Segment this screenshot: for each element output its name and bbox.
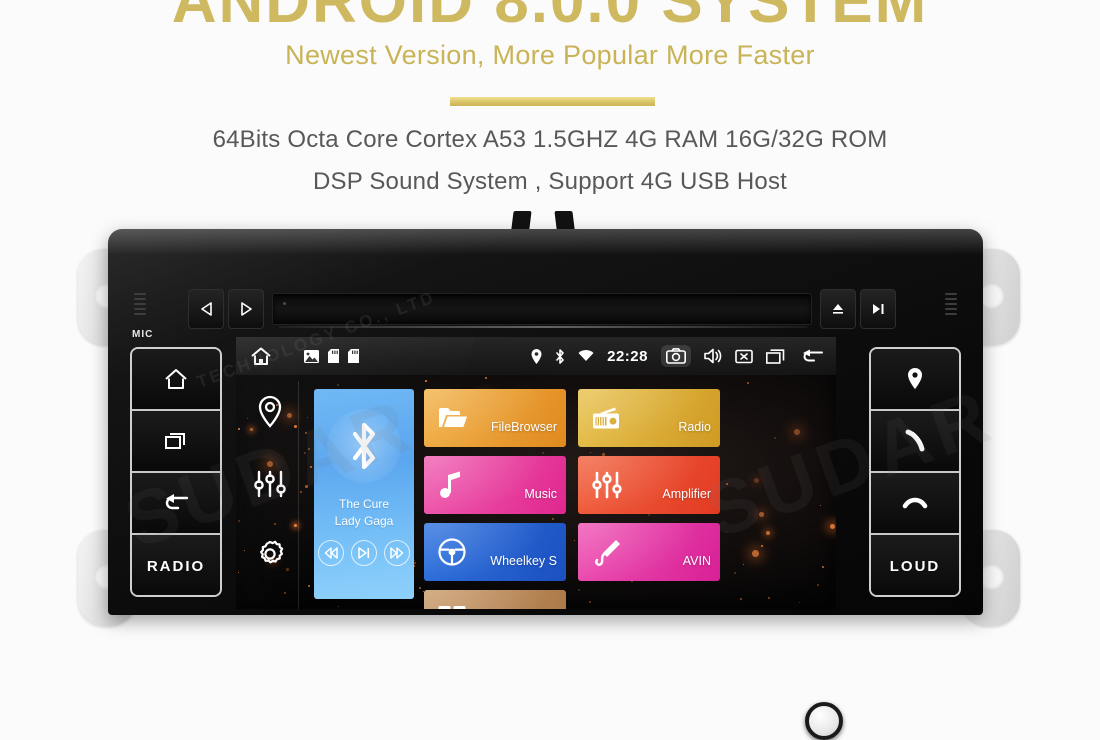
- radio-icon: [592, 406, 622, 430]
- play-pause-icon: [871, 302, 885, 316]
- hw-hangup-button[interactable]: [871, 473, 959, 535]
- left-rail: [244, 381, 296, 609]
- eject-button[interactable]: [820, 289, 856, 329]
- bt-track-artist: Lady Gaga: [334, 514, 394, 528]
- bluetooth-icon: [555, 348, 565, 364]
- hw-call-button[interactable]: [871, 411, 959, 473]
- tile-label: Wheelkey S: [490, 554, 557, 568]
- prev-track-button[interactable]: [188, 289, 224, 329]
- status-bar: 22:28: [236, 337, 836, 375]
- faceplate: MIC: [130, 267, 961, 340]
- home-icon[interactable]: [250, 346, 272, 366]
- next-track-button[interactable]: [228, 289, 264, 329]
- car-stereo-unit: MIC RADIO LOUD 22:28 The Cure Lady Gaga …: [0, 205, 1100, 740]
- hw-loud-button[interactable]: LOUD: [871, 535, 959, 595]
- gallery-icon[interactable]: [304, 349, 319, 363]
- tile-music[interactable]: Music: [424, 456, 566, 514]
- bluetooth-icon: [346, 420, 382, 472]
- tile-calculator[interactable]: Calculator: [424, 590, 566, 609]
- mic-grill-left: [134, 293, 146, 319]
- cd-slot[interactable]: [272, 293, 812, 328]
- steering-wheel-icon: [438, 538, 466, 566]
- volume-knob[interactable]: [805, 702, 843, 740]
- tile-avin[interactable]: AVIN: [578, 523, 720, 581]
- bt-next-button[interactable]: [384, 540, 410, 566]
- tile-wheelkey[interactable]: Wheelkey S: [424, 523, 566, 581]
- page-title: ANDROID 8.0.0 SYSTEM: [171, 0, 929, 36]
- equalizer-icon[interactable]: [254, 469, 286, 499]
- triangle-right-icon: [240, 302, 253, 316]
- camera-button[interactable]: [661, 345, 691, 367]
- recents-button[interactable]: [766, 348, 787, 364]
- tile-label: AVIN: [682, 554, 711, 568]
- settings-gear-icon[interactable]: [255, 539, 285, 569]
- tile-label: Radio: [678, 420, 711, 434]
- hw-radio-button[interactable]: RADIO: [132, 535, 220, 595]
- location-pin-icon: [905, 366, 925, 392]
- back-icon: [162, 492, 190, 514]
- tile-label: Music: [524, 487, 557, 501]
- folder-icon: [438, 406, 468, 430]
- hw-apps-button[interactable]: [132, 411, 220, 473]
- av-plug-icon: [592, 538, 622, 566]
- calculator-icon: [438, 605, 466, 609]
- touchscreen[interactable]: 22:28 The Cure Lady Gaga FileBrowser Rad…: [236, 337, 836, 609]
- location-pin-icon: [531, 348, 542, 364]
- bt-track-title: The Cure: [338, 497, 390, 511]
- bt-glow: [327, 409, 401, 483]
- location-pin-icon[interactable]: [257, 395, 283, 429]
- eject-icon: [831, 302, 845, 316]
- mic-label: MIC: [132, 329, 154, 340]
- bluetooth-music-widget[interactable]: The Cure Lady Gaga: [314, 389, 414, 599]
- triangle-left-icon: [200, 302, 213, 316]
- sdcard2-icon[interactable]: [348, 349, 359, 363]
- rail-divider: [298, 381, 299, 609]
- chassis-gloss: [108, 229, 983, 255]
- spec-line-1: 64Bits Octa Core Cortex A53 1.5GHZ 4G RA…: [212, 126, 888, 153]
- unit-chassis: MIC RADIO LOUD 22:28 The Cure Lady Gaga …: [108, 229, 983, 615]
- left-button-column: RADIO: [130, 347, 222, 597]
- mute-button[interactable]: [735, 349, 753, 364]
- recents-icon: [163, 430, 189, 452]
- bt-prev-button[interactable]: [318, 540, 344, 566]
- tile-label: Amplifier: [662, 487, 711, 501]
- music-note-icon: [438, 471, 464, 499]
- hw-home-button[interactable]: [132, 349, 220, 411]
- back-button[interactable]: [800, 348, 824, 364]
- app-tile-grid: FileBrowser Radio Music Amplifier Wheelk…: [424, 389, 734, 609]
- play-pause-button[interactable]: [860, 289, 896, 329]
- camera-icon: [666, 348, 686, 364]
- status-clock: 22:28: [607, 347, 648, 365]
- home-icon: [163, 367, 189, 391]
- wifi-icon: [578, 350, 594, 362]
- phone-hangup-icon: [900, 493, 930, 513]
- volume-button[interactable]: [704, 348, 722, 364]
- bt-play-button[interactable]: [351, 540, 377, 566]
- tile-radio[interactable]: Radio: [578, 389, 720, 447]
- cd-indicator-dot: [283, 302, 286, 305]
- phone-answer-icon: [901, 428, 929, 454]
- right-button-column: LOUD: [869, 347, 961, 597]
- page-subtitle: Newest Version, More Popular More Faster: [285, 40, 815, 70]
- spec-line-2: DSP Sound System , Support 4G USB Host: [312, 168, 788, 195]
- tile-label: FileBrowser: [491, 420, 557, 434]
- mic-grill-right: [945, 293, 957, 319]
- hw-back-button[interactable]: [132, 473, 220, 535]
- tile-amplifier[interactable]: Amplifier: [578, 456, 720, 514]
- tile-filebrowser[interactable]: FileBrowser: [424, 389, 566, 447]
- hw-navi-button[interactable]: [871, 349, 959, 411]
- equalizer-icon: [592, 471, 622, 499]
- gold-divider: [450, 97, 655, 106]
- sdcard-icon[interactable]: [328, 349, 339, 363]
